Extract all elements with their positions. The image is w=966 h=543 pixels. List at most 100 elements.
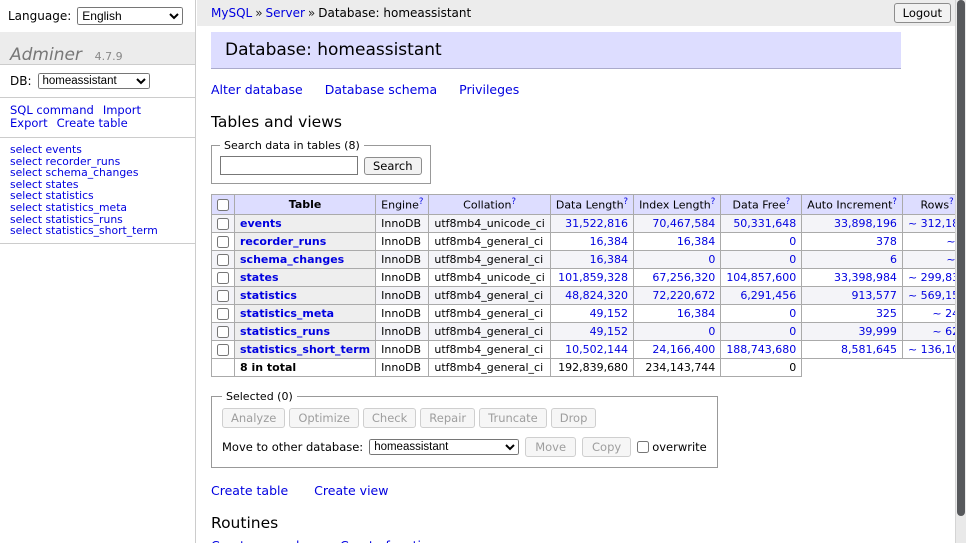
create-table-link-sidebar[interactable]: Create table — [57, 116, 128, 130]
column-help-link[interactable]: ? — [892, 197, 897, 207]
totals-collation: utf8mb4_general_ci — [429, 358, 550, 376]
column-help-link[interactable]: ? — [419, 197, 424, 207]
table-header-row: TableEngine?Collation?Data Length?Index … — [212, 195, 966, 215]
create-function-link[interactable]: Create function — [340, 538, 437, 543]
move-db-select[interactable]: homeassistant — [369, 439, 519, 455]
data-free-link[interactable]: 0 — [789, 253, 796, 266]
selected-action-button[interactable]: Repair — [420, 408, 475, 428]
data-free-link[interactable]: 0 — [789, 325, 796, 338]
auto-increment-link[interactable]: 913,577 — [851, 289, 897, 302]
sidebar-table-select-link[interactable]: select statistics_short_term — [10, 225, 185, 237]
index-length-link[interactable]: 0 — [708, 325, 715, 338]
auto-increment-link[interactable]: 6 — [890, 253, 897, 266]
collation-cell: utf8mb4_general_ci — [429, 286, 550, 304]
data-free-link[interactable]: 0 — [789, 307, 796, 320]
index-length-link[interactable]: 70,467,584 — [652, 217, 715, 230]
move-button[interactable]: Move — [525, 437, 576, 457]
index-length-link[interactable]: 16,384 — [677, 307, 716, 320]
index-length-link[interactable]: 24,166,400 — [652, 343, 715, 356]
table-name-link[interactable]: statistics_short_term — [240, 343, 370, 356]
column-help-link[interactable]: ? — [786, 197, 791, 207]
data-length-link[interactable]: 31,522,816 — [565, 217, 628, 230]
copy-button[interactable]: Copy — [582, 437, 631, 457]
selected-action-button[interactable]: Truncate — [479, 408, 547, 428]
row-checkbox[interactable] — [217, 344, 229, 356]
data-free-link[interactable]: 6,291,456 — [740, 289, 796, 302]
table-name-link[interactable]: states — [240, 271, 279, 284]
overwrite-checkbox[interactable] — [637, 441, 649, 453]
row-checkbox[interactable] — [217, 326, 229, 338]
search-input[interactable] — [220, 156, 358, 175]
column-help-link[interactable]: ? — [624, 197, 629, 207]
table-name-link[interactable]: statistics_runs — [240, 325, 330, 338]
table-name-link[interactable]: statistics_meta — [240, 307, 334, 320]
auto-increment-link[interactable]: 378 — [876, 235, 897, 248]
table-name-cell: statistics_meta — [235, 304, 376, 322]
sidebar-table-select-link[interactable]: select statistics_meta — [10, 202, 185, 214]
table-name-link[interactable]: schema_changes — [240, 253, 344, 266]
auto-increment-link[interactable]: 8,581,645 — [841, 343, 897, 356]
index-length-link[interactable]: 67,256,320 — [652, 271, 715, 284]
index-length-link[interactable]: 16,384 — [677, 235, 716, 248]
language-select[interactable]: English — [77, 7, 183, 25]
row-checkbox[interactable] — [217, 254, 229, 266]
row-checkbox[interactable] — [217, 236, 229, 248]
row-checkbox[interactable] — [217, 308, 229, 320]
import-link[interactable]: Import — [103, 103, 141, 117]
table-name-link[interactable]: statistics — [240, 289, 297, 302]
data-length-link[interactable]: 16,384 — [590, 235, 629, 248]
column-help-link[interactable]: ? — [949, 197, 954, 207]
overwrite-label[interactable]: overwrite — [637, 440, 707, 454]
create-procedure-link[interactable]: Create procedure — [211, 538, 320, 543]
sidebar-table-select-link[interactable]: select events — [10, 144, 185, 156]
data-free-link[interactable]: 0 — [789, 235, 796, 248]
data-length-link[interactable]: 101,859,328 — [558, 271, 628, 284]
database-schema-link[interactable]: Database schema — [325, 82, 437, 97]
selected-action-button[interactable]: Analyze — [222, 408, 285, 428]
column-help-link[interactable]: ? — [512, 197, 517, 207]
row-checkbox[interactable] — [217, 290, 229, 302]
table-row: states InnoDB utf8mb4_unicode_ci 101,859… — [212, 268, 966, 286]
breadcrumb-mysql-link[interactable]: MySQL — [211, 6, 252, 20]
collation-cell: utf8mb4_unicode_ci — [429, 268, 550, 286]
scrollbar-thumb[interactable] — [957, 0, 965, 516]
auto-increment-link[interactable]: 325 — [876, 307, 897, 320]
db-select[interactable]: homeassistant — [38, 73, 150, 89]
routine-links: Create procedure Create function — [211, 538, 901, 543]
create-table-link[interactable]: Create table — [211, 483, 288, 498]
data-length-link[interactable]: 10,502,144 — [565, 343, 628, 356]
data-free-link[interactable]: 50,331,648 — [733, 217, 796, 230]
privileges-link[interactable]: Privileges — [459, 82, 519, 97]
create-view-link[interactable]: Create view — [314, 483, 388, 498]
column-header: Index Length? — [634, 195, 721, 215]
row-checkbox[interactable] — [217, 272, 229, 284]
sidebar-table-list: select eventsselect recorder_runsselect … — [0, 138, 195, 244]
table-name-link[interactable]: recorder_runs — [240, 235, 326, 248]
selected-action-button[interactable]: Check — [363, 408, 416, 428]
logout-button[interactable]: Logout — [894, 3, 951, 23]
sql-command-link[interactable]: SQL command — [10, 103, 94, 117]
index-length-link[interactable]: 0 — [708, 253, 715, 266]
breadcrumb-server-link[interactable]: Server — [266, 6, 305, 20]
data-free-link[interactable]: 188,743,680 — [726, 343, 796, 356]
selected-action-button[interactable]: Optimize — [289, 408, 359, 428]
index-length-link[interactable]: 72,220,672 — [652, 289, 715, 302]
export-link[interactable]: Export — [10, 116, 48, 130]
data-length-link[interactable]: 49,152 — [590, 307, 629, 320]
data-length-link[interactable]: 16,384 — [590, 253, 629, 266]
auto-increment-link[interactable]: 33,898,196 — [834, 217, 897, 230]
data-free-link[interactable]: 104,857,600 — [726, 271, 796, 284]
auto-increment-link[interactable]: 39,999 — [858, 325, 897, 338]
selected-action-button[interactable]: Drop — [551, 408, 597, 428]
data-length-link[interactable]: 48,824,320 — [565, 289, 628, 302]
adminer-logo-link[interactable]: Adminer — [10, 45, 82, 65]
search-button[interactable]: Search — [364, 157, 422, 175]
select-all-checkbox[interactable] — [217, 199, 229, 211]
vertical-scrollbar[interactable] — [955, 0, 966, 543]
column-help-link[interactable]: ? — [711, 197, 716, 207]
data-length-link[interactable]: 49,152 — [590, 325, 629, 338]
row-checkbox[interactable] — [217, 218, 229, 230]
auto-increment-link[interactable]: 33,398,984 — [834, 271, 897, 284]
table-name-link[interactable]: events — [240, 217, 282, 230]
alter-database-link[interactable]: Alter database — [211, 82, 303, 97]
